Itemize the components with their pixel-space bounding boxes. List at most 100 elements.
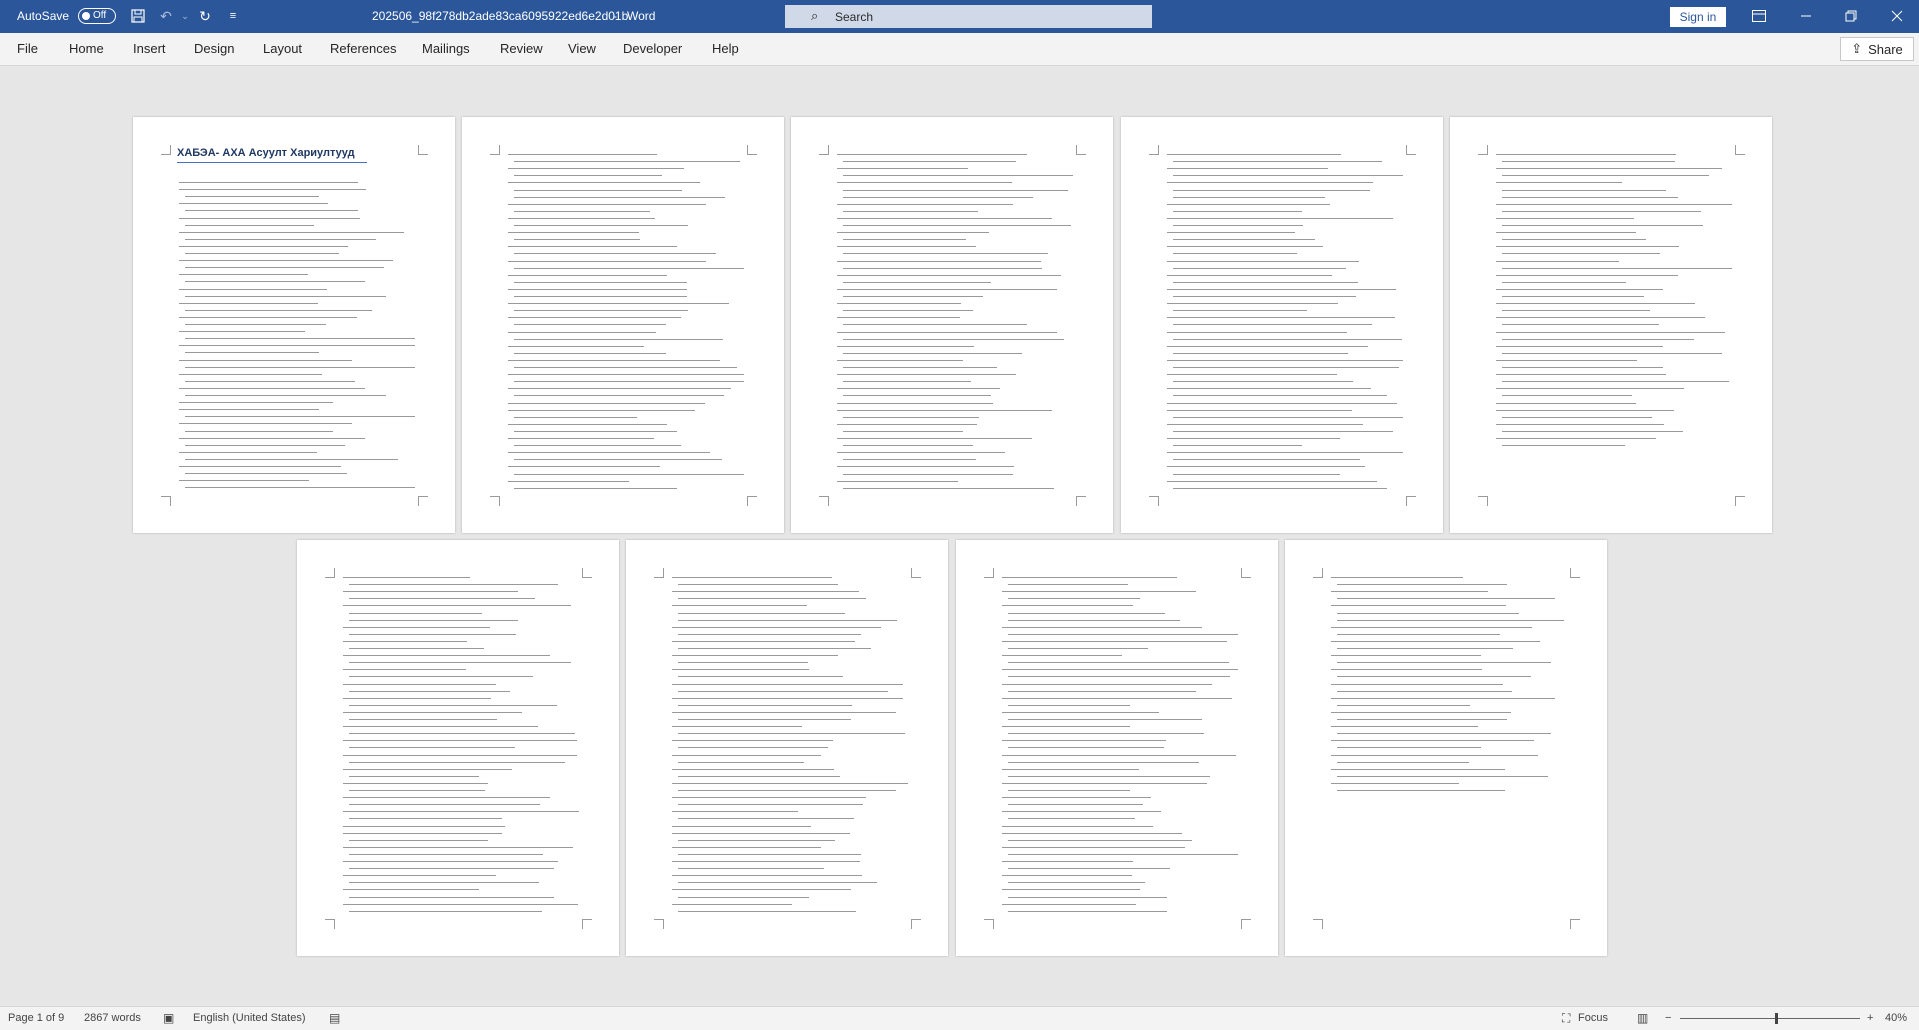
- page-5[interactable]: [1450, 117, 1772, 533]
- text-line: [349, 633, 516, 635]
- text-line: [179, 423, 353, 425]
- autosave-toggle[interactable]: Off: [78, 8, 116, 24]
- text-line: [843, 381, 971, 383]
- text-line: [1337, 676, 1531, 678]
- margin-mark: [418, 145, 428, 155]
- zoom-slider-handle[interactable]: [1775, 1013, 1778, 1024]
- text-line: [1167, 409, 1353, 411]
- text-line: [1502, 445, 1626, 447]
- document-canvas[interactable]: ХАБЭА- АХА Асуулт Хариултууд: [0, 66, 1919, 1006]
- text-line: [343, 889, 479, 891]
- text-line: [1167, 246, 1324, 248]
- page-9[interactable]: [1285, 540, 1607, 956]
- text-line: [672, 832, 850, 834]
- text-line: [843, 459, 977, 461]
- text-line: [179, 302, 318, 304]
- tab-developer[interactable]: Developer: [623, 41, 682, 56]
- text-line: [349, 648, 485, 649]
- tab-design[interactable]: Design: [194, 41, 234, 56]
- page-8[interactable]: [956, 540, 1278, 956]
- text-line: [1496, 232, 1637, 234]
- text-line: [179, 217, 360, 219]
- text-line: [1331, 669, 1482, 671]
- tab-mailings[interactable]: Mailings: [422, 41, 470, 56]
- tab-references[interactable]: References: [330, 41, 396, 56]
- zoom-out-button[interactable]: −: [1665, 1012, 1671, 1024]
- tab-layout[interactable]: Layout: [263, 41, 302, 56]
- zoom-in-button[interactable]: +: [1867, 1012, 1873, 1024]
- text-line: [514, 487, 678, 489]
- text-line: [678, 839, 836, 841]
- zoom-level[interactable]: 40%: [1885, 1012, 1907, 1024]
- language-indicator[interactable]: English (United States): [193, 1012, 306, 1024]
- save-icon[interactable]: [127, 6, 149, 26]
- text-line: [1008, 662, 1229, 664]
- redo-icon[interactable]: ↻: [194, 6, 216, 26]
- search-box[interactable]: ⌕ Search: [785, 5, 1152, 28]
- page-indicator[interactable]: Page 1 of 9: [8, 1012, 64, 1024]
- text-line: [837, 154, 1028, 155]
- page-3[interactable]: [791, 117, 1113, 533]
- tab-home[interactable]: Home: [69, 41, 104, 56]
- text-line: [508, 246, 678, 248]
- tab-insert[interactable]: Insert: [133, 41, 166, 56]
- tab-view[interactable]: View: [568, 41, 596, 56]
- margin-mark: [1735, 145, 1745, 155]
- accessibility-icon[interactable]: ▤: [329, 1011, 340, 1025]
- text-line: [1008, 775, 1210, 777]
- text-line: [843, 296, 984, 297]
- zoom-slider[interactable]: [1680, 1018, 1860, 1019]
- text-line: [1331, 726, 1478, 728]
- text-line: [185, 224, 315, 226]
- page-1[interactable]: ХАБЭА- АХА Асуулт Хариултууд: [133, 117, 455, 533]
- read-mode-icon[interactable]: ▥: [1637, 1011, 1648, 1025]
- tab-help[interactable]: Help: [712, 41, 739, 56]
- margin-mark: [984, 568, 994, 578]
- text-line: [349, 619, 518, 621]
- text-line: [1496, 374, 1667, 376]
- text-line: [1337, 648, 1513, 649]
- text-line: [185, 324, 327, 325]
- page-2[interactable]: [462, 117, 784, 533]
- status-bar: Page 1 of 9 2867 words ▣ English (United…: [0, 1006, 1919, 1030]
- word-count[interactable]: 2867 words: [84, 1012, 141, 1024]
- page-4[interactable]: [1121, 117, 1443, 533]
- text-line: [349, 747, 515, 749]
- proofing-icon[interactable]: ▣: [163, 1011, 174, 1025]
- ribbon-display-options-icon[interactable]: [1748, 6, 1770, 26]
- page-6[interactable]: [297, 540, 619, 956]
- text-line: [514, 296, 687, 297]
- focus-label[interactable]: Focus: [1578, 1012, 1608, 1024]
- title-separator: -: [613, 9, 617, 23]
- text-line: [1002, 726, 1130, 728]
- page-7[interactable]: [626, 540, 948, 956]
- text-line: [514, 310, 689, 312]
- maximize-icon[interactable]: [1840, 6, 1862, 26]
- search-icon: ⌕: [811, 8, 819, 23]
- text-line: [1173, 296, 1357, 297]
- text-line: [678, 633, 862, 635]
- text-line: [1502, 296, 1645, 297]
- minimize-icon[interactable]: [1795, 6, 1817, 26]
- text-line: [1502, 352, 1722, 354]
- text-line: [1331, 605, 1507, 607]
- title-bar: AutoSave Off ↶ ⌄ ↻ ≡ 202506_98f278db2ade…: [0, 0, 1919, 33]
- share-button[interactable]: ⇪ Share: [1840, 37, 1914, 61]
- sign-in-button[interactable]: Sign in: [1670, 7, 1726, 27]
- text-line: [185, 281, 365, 283]
- text-line: [349, 733, 576, 735]
- tab-file[interactable]: File: [17, 41, 38, 56]
- undo-dropdown-icon[interactable]: ⌄: [174, 6, 196, 26]
- text-line: [837, 303, 962, 305]
- close-icon[interactable]: [1886, 6, 1908, 26]
- text-line: [672, 711, 896, 713]
- text-line: [843, 239, 966, 241]
- text-line: [837, 452, 1006, 454]
- tab-review[interactable]: Review: [500, 41, 543, 56]
- text-line: [1002, 903, 1136, 905]
- focus-icon[interactable]: ⛶: [1562, 1011, 1570, 1026]
- text-line: [343, 754, 577, 756]
- text-line: [514, 352, 667, 354]
- customize-toolbar-icon[interactable]: ≡: [222, 6, 244, 26]
- text-line: [1502, 239, 1646, 241]
